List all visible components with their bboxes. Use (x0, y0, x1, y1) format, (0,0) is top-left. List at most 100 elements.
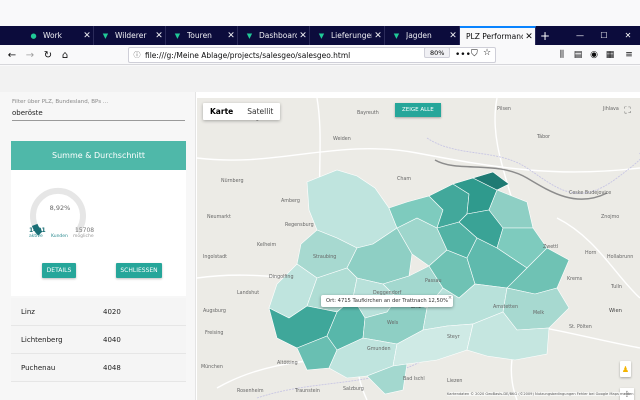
svg-text:Amstetten: Amstetten (493, 304, 518, 310)
svg-text:St. Pölten: St. Pölten (569, 324, 592, 330)
info-icon[interactable]: ⓘ (129, 50, 145, 60)
account-icon[interactable]: ◉ (586, 47, 602, 63)
svg-text:Straubing: Straubing (313, 254, 336, 260)
svg-text:Freising: Freising (205, 330, 223, 336)
map-type-satellite[interactable]: Satellit (240, 103, 280, 120)
svg-text:Zwettl: Zwettl (543, 244, 558, 250)
show-all-button[interactable]: ZEIGE ALLE (395, 103, 441, 117)
customers-label: Kunden (51, 234, 68, 239)
extension-icon[interactable]: ▦ (602, 47, 618, 63)
svg-text:Pilsen: Pilsen (497, 106, 511, 112)
possible-count: 15708 (75, 227, 95, 234)
tab-touren[interactable]: ▼ Touren ✕ (166, 26, 238, 45)
tooltip-close-icon[interactable]: × (448, 295, 452, 301)
tab-label: PLZ Performance (466, 32, 523, 41)
favicon-icon: ▼ (102, 31, 109, 40)
reload-icon[interactable]: ↻ (40, 47, 56, 63)
tooltip-text: Ort: 4715 Taufkirchen an der Trattnach 1… (326, 298, 449, 304)
close-tab-icon[interactable]: ✕ (372, 31, 384, 41)
tab-label: Lieferungen (331, 31, 372, 40)
tab-plz-performance[interactable]: PLZ Performance ✕ (460, 26, 536, 45)
library-icon[interactable]: ⫼ (554, 47, 570, 63)
tab-label: Touren (187, 31, 212, 40)
svg-text:Jihlava: Jihlava (602, 106, 619, 112)
postal-code: 4020 (103, 308, 121, 316)
map-type-map[interactable]: Karte (203, 103, 240, 120)
tab-work[interactable]: ● Work ✕ (22, 26, 94, 45)
tab-label: Work (43, 31, 62, 40)
more-icon[interactable]: ••• (455, 50, 471, 60)
place-name: Puchenau (21, 364, 56, 372)
page-content: Filter über PLZ, Bundesland, BPs ... obe… (0, 66, 640, 400)
list-item[interactable]: Puchenau 4048 (11, 354, 186, 382)
zoom-level[interactable]: 80% (424, 47, 451, 58)
fullscreen-icon[interactable]: ⛶ (621, 104, 634, 117)
region-tooltip: Ort: 4715 Taufkirchen an der Trattnach 1… (321, 295, 454, 307)
favicon-icon: ▼ (393, 31, 400, 40)
list-item[interactable]: Linz 4020 (11, 298, 186, 326)
details-button[interactable]: DETAILS (42, 263, 76, 278)
close-tab-icon[interactable]: ✕ (523, 32, 535, 42)
favicon-icon: ▼ (318, 31, 325, 40)
tab-jagden[interactable]: ▼ Jagden ✕ (385, 26, 460, 45)
svg-text:Krems: Krems (567, 276, 583, 282)
map-canvas[interactable]: Bamberg Bayreuth Pilsen Nürnberg Neumark… (197, 98, 640, 400)
pocket-icon[interactable]: ⛉ (471, 49, 478, 59)
list-item[interactable]: Lichtenberg 4040 (11, 326, 186, 354)
tab-label: Jagden (406, 31, 432, 40)
close-tab-icon[interactable]: ✕ (153, 31, 165, 41)
svg-text:Landshut: Landshut (237, 290, 259, 296)
svg-text:Ingolstadt: Ingolstadt (203, 254, 227, 260)
top-strip (0, 66, 640, 92)
close-tab-icon[interactable]: ✕ (297, 31, 309, 41)
svg-text:Wien: Wien (609, 308, 622, 314)
new-tab-button[interactable]: + (536, 26, 554, 45)
forward-icon[interactable]: → (22, 47, 38, 63)
menu-icon[interactable]: ≡ (621, 47, 637, 63)
tab-wilderer[interactable]: ▼ Wilderer ✕ (94, 26, 166, 45)
minimize-icon[interactable]: — (568, 26, 592, 45)
svg-text:Amberg: Amberg (281, 198, 300, 204)
svg-text:Kelheim: Kelheim (257, 242, 277, 248)
tab-label: Dashboard (259, 31, 297, 40)
filter-underline (12, 120, 185, 121)
close-button[interactable]: SCHLIESSEN (116, 263, 162, 278)
filter-label: Filter über PLZ, Bundesland, BPs ... (12, 99, 109, 105)
tab-lieferungen[interactable]: ▼ Lieferungen ✕ (310, 26, 385, 45)
maximize-icon[interactable]: ☐ (592, 26, 616, 45)
tab-dashboard[interactable]: ▼ Dashboard ✕ (238, 26, 310, 45)
svg-text:Salzburg: Salzburg (343, 386, 364, 392)
window-close-icon[interactable]: ✕ (616, 26, 640, 45)
bookmark-star-icon[interactable]: ☆ (483, 48, 491, 58)
active-label: aktive (29, 234, 43, 239)
svg-text:Dingolfing: Dingolfing (269, 274, 294, 280)
close-tab-icon[interactable]: ✕ (81, 31, 93, 41)
pegman-icon[interactable]: ♟ (620, 361, 631, 377)
active-count: 1401 (29, 227, 46, 234)
possible-label: mögliche (73, 234, 94, 239)
favicon-icon: ▼ (174, 31, 181, 40)
svg-text:Traunstein: Traunstein (294, 388, 320, 394)
home-icon[interactable]: ⌂ (57, 47, 73, 63)
summary-card: Summe & Durchschnitt 8,92% 1401 aktive K… (11, 141, 186, 296)
map-attribution: Kartendaten © 2020 GeoBasis-DE/BKG (©200… (447, 392, 634, 396)
place-name: Lichtenberg (21, 336, 63, 344)
favicon-icon: ▼ (246, 31, 253, 40)
sidebar-icon[interactable]: ▤ (570, 47, 586, 63)
tab-bar: ● Work ✕ ▼ Wilderer ✕ ▼ Touren ✕ ▼ Dashb… (0, 26, 640, 45)
back-icon[interactable]: ← (4, 47, 20, 63)
close-tab-icon[interactable]: ✕ (225, 31, 237, 41)
svg-text:Augsburg: Augsburg (203, 308, 226, 314)
postal-code: 4040 (103, 336, 121, 344)
place-name: Linz (21, 308, 35, 316)
svg-text:Wels: Wels (387, 320, 399, 326)
close-tab-icon[interactable]: ✕ (447, 31, 459, 41)
filter-input[interactable]: oberöste (12, 109, 43, 117)
map-view[interactable]: Bamberg Bayreuth Pilsen Nürnberg Neumark… (197, 98, 640, 400)
svg-text:Passau: Passau (425, 278, 442, 284)
svg-text:Hollabrunn: Hollabrunn (607, 254, 633, 260)
svg-text:Melk: Melk (533, 310, 544, 316)
card-title: Summe & Durchschnitt (11, 141, 186, 170)
svg-text:Steyr: Steyr (447, 334, 460, 340)
svg-text:München: München (201, 364, 223, 370)
